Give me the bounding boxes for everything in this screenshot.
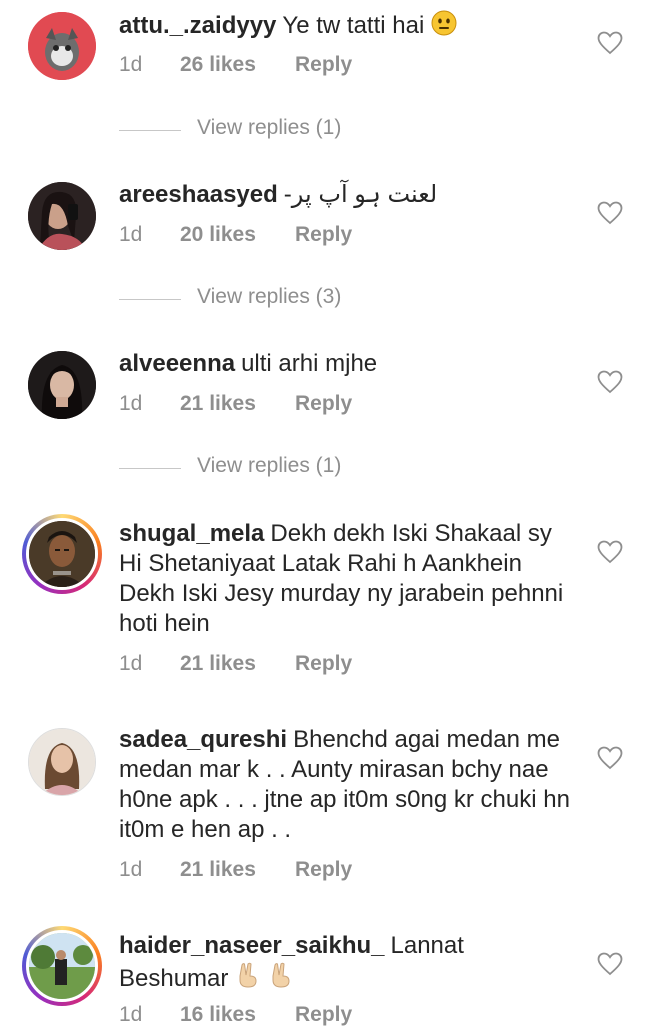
comment-likes[interactable]: 26 likes [180,53,256,77]
comment-age: 1d [119,53,143,76]
view-replies-label: View replies (1) [197,454,342,477]
comment-text: alveeenna ulti arhi mjhe [119,349,576,379]
divider [119,468,181,469]
heart-outline-icon[interactable] [597,201,623,225]
comment-likes[interactable]: 21 likes [180,652,256,676]
heart-outline-icon[interactable] [597,540,623,564]
comment-username[interactable]: shugal_mela [119,520,264,547]
comment-likes[interactable]: 21 likes [180,392,256,416]
comment-username[interactable]: areeshaasyed [119,181,278,208]
comment-body: Ye tw tatti hai [282,12,425,39]
view-replies-label: View replies (3) [197,285,342,308]
avatar-illustration [28,182,96,250]
heart-outline-icon[interactable] [597,31,623,55]
comment-text: haider_naseer_saikhu_ Lannat Beshumar [119,931,576,994]
comment-likes[interactable]: 21 likes [180,858,256,882]
avatar[interactable] [28,728,96,796]
comment-text: areeshaasyed لعنت ہو آپ پر- [119,180,576,210]
comment-age: 1d [119,652,143,675]
divider [119,299,181,300]
heart-outline-icon[interactable] [597,952,623,976]
reply-button[interactable]: Reply [295,392,352,416]
comment: haider_naseer_saikhu_ Lannat Beshumar 1d … [0,922,651,1027]
avatar-illustration [29,933,95,999]
comment: areeshaasyed لعنت ہو آپ پر- 1d 20 likes R… [0,170,651,330]
avatar[interactable] [22,926,102,1006]
comment-likes[interactable]: 16 likes [180,1003,256,1027]
victory-hand-emoji-icon [272,962,290,988]
reply-button[interactable]: Reply [295,652,352,676]
comment-username[interactable]: attu._.zaidyyy [119,12,276,39]
comment-text: sadea_qureshi Bhenchd agai medan me medan… [119,725,576,845]
comment: alveeenna ulti arhi mjhe 1d 21 likes Repl… [0,339,651,499]
victory-hand-emoji-icon [239,962,257,988]
avatar[interactable] [28,351,96,419]
avatar[interactable] [28,182,96,250]
comment-likes[interactable]: 20 likes [180,223,256,247]
reply-button[interactable]: Reply [295,223,352,247]
neutral-face-emoji-icon [431,10,457,36]
avatar[interactable] [22,514,102,594]
comment: attu._.zaidyyy Ye tw tatti hai 1d 26 like… [0,0,651,160]
avatar-illustration [28,12,96,80]
reply-button[interactable]: Reply [295,1003,352,1027]
heart-outline-icon[interactable] [597,746,623,770]
comment-age: 1d [119,858,143,881]
view-replies-label: View replies (1) [197,116,342,139]
comment: shugal_mela Dekh dekh Iski Shakaal sy Hi … [0,510,651,700]
reply-button[interactable]: Reply [295,858,352,882]
comment-username[interactable]: haider_naseer_saikhu_ [119,932,385,959]
avatar-illustration [28,351,96,419]
comment-text: attu._.zaidyyy Ye tw tatti hai [119,10,576,41]
comment-username[interactable]: sadea_qureshi [119,726,287,753]
comment: sadea_qureshi Bhenchd agai medan me medan… [0,716,651,906]
comment-age: 1d [119,392,143,415]
heart-outline-icon[interactable] [597,370,623,394]
avatar-illustration [29,729,95,795]
comment-username[interactable]: alveeenna [119,350,235,377]
comment-body: ulti arhi mjhe [241,350,378,377]
reply-button[interactable]: Reply [295,53,352,77]
comment-age: 1d [119,223,143,246]
avatar-illustration [29,521,95,587]
comment-text: shugal_mela Dekh dekh Iski Shakaal sy Hi … [119,519,576,639]
comment-body: لعنت ہو آپ پر- [283,181,438,208]
divider [119,130,181,131]
avatar[interactable] [28,12,96,80]
comment-age: 1d [119,1003,143,1026]
